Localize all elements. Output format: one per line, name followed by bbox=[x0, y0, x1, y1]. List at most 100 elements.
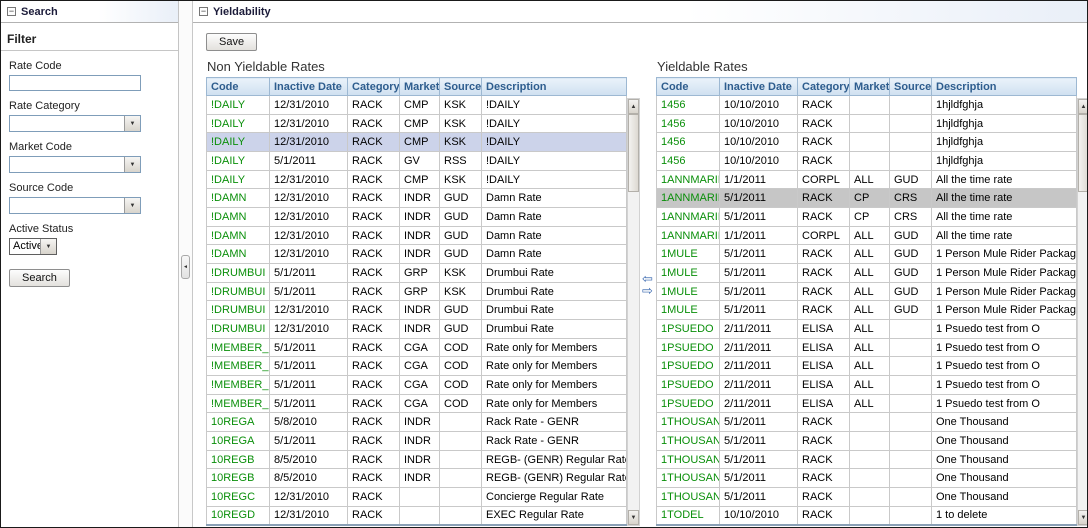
table-row[interactable]: 1ANNMARIE5/1/2011RACKCPCRSAll the time r… bbox=[657, 189, 1077, 208]
table-row[interactable]: 145610/10/2010RACK1hjldfghja bbox=[657, 96, 1077, 115]
table-row[interactable]: !DRUMBUI12/31/2010RACKINDRGUDDrumbui Rat… bbox=[207, 301, 627, 320]
table-row[interactable]: !DAILY5/1/2011RACKGVRSS!DAILY bbox=[207, 152, 627, 171]
rate-code-cell: 1PSUEDO bbox=[657, 376, 720, 395]
scroll-down-icon[interactable]: ▼ bbox=[1078, 510, 1088, 525]
rate-code-cell: !DAMN bbox=[207, 245, 270, 264]
save-button[interactable]: Save bbox=[206, 33, 257, 51]
table-cell: CGA bbox=[400, 357, 440, 376]
table-row[interactable]: !DAILY12/31/2010RACKCMPKSK!DAILY bbox=[207, 96, 627, 115]
table-row[interactable]: !DAILY12/31/2010RACKCMPKSK!DAILY bbox=[207, 170, 627, 189]
rate-code-cell: 1456 bbox=[657, 152, 720, 171]
source-code-select[interactable]: ▼ bbox=[9, 197, 141, 214]
column-header[interactable]: Source bbox=[890, 78, 932, 96]
table-row[interactable]: 145610/10/2010RACK1hjldfghja bbox=[657, 133, 1077, 152]
table-row[interactable]: 1ANNMARIE5/1/2011RACKCPCRSAll the time r… bbox=[657, 208, 1077, 227]
column-header[interactable]: Code bbox=[207, 78, 270, 96]
column-header[interactable]: Description bbox=[482, 78, 627, 96]
scroll-up-icon[interactable]: ▲ bbox=[1078, 99, 1088, 114]
table-row[interactable]: 1THOUSAND5/1/2011RACKOne Thousand bbox=[657, 413, 1077, 432]
splitter-collapse-icon[interactable]: ◄ bbox=[181, 255, 190, 279]
rate-code-input[interactable] bbox=[9, 75, 141, 91]
table-row[interactable]: !DAMN12/31/2010RACKINDRGUDDamn Rate bbox=[207, 208, 627, 227]
table-row[interactable]: !DRUMBUI12/31/2010RACKINDRGUDDrumbui Rat… bbox=[207, 320, 627, 339]
table-row[interactable]: !DAILY12/31/2010RACKCMPKSK!DAILY bbox=[207, 114, 627, 133]
table-row[interactable]: 10REGA5/8/2010RACKINDRRack Rate - GENR bbox=[207, 413, 627, 432]
table-row[interactable]: !MEMBER_RA...5/1/2011RACKCGACODRate only… bbox=[207, 394, 627, 413]
table-row[interactable]: !MEMBER_RA...5/1/2011RACKCGACODRate only… bbox=[207, 338, 627, 357]
yieldability-panel-header[interactable]: − Yieldability bbox=[193, 1, 1088, 23]
table-cell: ALL bbox=[850, 338, 890, 357]
table-cell: 5/1/2011 bbox=[720, 208, 798, 227]
table-row[interactable]: 1THOUSAND5/1/2011RACKOne Thousand bbox=[657, 450, 1077, 469]
table-row[interactable]: !DAMN12/31/2010RACKINDRGUDDamn Rate bbox=[207, 245, 627, 264]
column-header[interactable]: Inactive Date bbox=[270, 78, 348, 96]
table-cell: 12/31/2010 bbox=[270, 189, 348, 208]
non-yieldable-table: CodeInactive DateCategoryMarketSourceDes… bbox=[206, 77, 627, 526]
table-row[interactable]: 1THOUSAND5/1/2011RACKOne Thousand bbox=[657, 432, 1077, 451]
column-header[interactable]: Code bbox=[657, 78, 720, 96]
table-row[interactable]: 10REGB8/5/2010RACKINDRREGB- (GENR) Regul… bbox=[207, 469, 627, 488]
table-row[interactable]: 145610/10/2010RACK1hjldfghja bbox=[657, 114, 1077, 133]
table-row[interactable]: 1MULE5/1/2011RACKALLGUD1 Person Mule Rid… bbox=[657, 245, 1077, 264]
table-cell: RACK bbox=[798, 301, 850, 320]
table-cell: !DAILY bbox=[482, 133, 627, 152]
scrollbar-thumb[interactable] bbox=[628, 114, 639, 192]
table-row[interactable]: !MEMBER_RA...5/1/2011RACKCGACODRate only… bbox=[207, 376, 627, 395]
table-row[interactable]: 1PSUEDO2/11/2011ELISAALL1 Psuedo test fr… bbox=[657, 357, 1077, 376]
table-cell bbox=[440, 488, 482, 507]
table-row[interactable]: 1TODEL10/10/2010RACK1 to delete bbox=[657, 506, 1077, 525]
scrollbar-thumb[interactable] bbox=[1078, 114, 1088, 192]
table-row[interactable]: 1ANNMARIE1/1/2011CORPLALLGUDAll the time… bbox=[657, 170, 1077, 189]
table-row[interactable]: 1THOUSAND5/1/2011RACKOne Thousand bbox=[657, 488, 1077, 507]
table-row[interactable]: 1MULE5/1/2011RACKALLGUD1 Person Mule Rid… bbox=[657, 282, 1077, 301]
yieldable-scrollbar[interactable]: ▲ ▼ bbox=[1077, 98, 1088, 526]
column-header[interactable]: Market bbox=[400, 78, 440, 96]
table-cell: 1 Psuedo test from O bbox=[932, 376, 1077, 395]
table-row[interactable]: 145610/10/2010RACK1hjldfghja bbox=[657, 152, 1077, 171]
table-row[interactable]: 10REGD12/31/2010RACKEXEC Regular Rate bbox=[207, 506, 627, 525]
table-row[interactable]: !DRUMBUI5/1/2011RACKGRPKSKDrumbui Rate bbox=[207, 282, 627, 301]
table-row[interactable]: !DAMN12/31/2010RACKINDRGUDDamn Rate bbox=[207, 226, 627, 245]
table-cell: RACK bbox=[348, 376, 400, 395]
move-right-icon[interactable]: ⇨ bbox=[642, 284, 653, 296]
table-row[interactable]: !MEMBER_RA...5/1/2011RACKCGACODRate only… bbox=[207, 357, 627, 376]
search-panel-header[interactable]: − Search bbox=[1, 1, 178, 23]
table-row[interactable]: 10REGA5/1/2011RACKINDRRack Rate - GENR bbox=[207, 432, 627, 451]
table-row[interactable]: !DRUMBUI5/1/2011RACKGRPKSKDrumbui Rate bbox=[207, 264, 627, 283]
dropdown-arrow-icon[interactable]: ▼ bbox=[124, 157, 140, 172]
table-row[interactable]: 1PSUEDO2/11/2011ELISAALL1 Psuedo test fr… bbox=[657, 338, 1077, 357]
scrollbar-track[interactable] bbox=[1078, 114, 1088, 510]
table-row[interactable]: 1PSUEDO2/11/2011ELISAALL1 Psuedo test fr… bbox=[657, 376, 1077, 395]
table-row[interactable]: 10REGC12/31/2010RACKConcierge Regular Ra… bbox=[207, 488, 627, 507]
panel-splitter[interactable]: ◄ bbox=[179, 1, 193, 527]
collapse-panel-icon[interactable]: − bbox=[7, 7, 16, 16]
dropdown-arrow-icon[interactable]: ▼ bbox=[124, 198, 140, 213]
table-row[interactable]: 1MULE5/1/2011RACKALLGUD1 Person Mule Rid… bbox=[657, 301, 1077, 320]
column-header[interactable]: Inactive Date bbox=[720, 78, 798, 96]
table-row[interactable]: 1THOUSAND5/1/2011RACKOne Thousand bbox=[657, 469, 1077, 488]
table-row[interactable]: 1PSUEDO2/11/2011ELISAALL1 Psuedo test fr… bbox=[657, 320, 1077, 339]
active-status-select[interactable]: Active ▼ bbox=[9, 238, 57, 255]
search-button[interactable]: Search bbox=[9, 269, 70, 287]
column-header[interactable]: Source bbox=[440, 78, 482, 96]
table-row[interactable]: 1MULE5/1/2011RACKALLGUD1 Person Mule Rid… bbox=[657, 264, 1077, 283]
table-row[interactable]: 1PSUEDO2/11/2011ELISAALL1 Psuedo test fr… bbox=[657, 394, 1077, 413]
table-row[interactable]: 10REGB8/5/2010RACKINDRREGB- (GENR) Regul… bbox=[207, 450, 627, 469]
dropdown-arrow-icon[interactable]: ▼ bbox=[40, 239, 56, 254]
column-header[interactable]: Category bbox=[348, 78, 400, 96]
column-header[interactable]: Category bbox=[798, 78, 850, 96]
table-row[interactable]: 1ANNMARIE1/1/2011CORPLALLGUDAll the time… bbox=[657, 226, 1077, 245]
table-row[interactable]: !DAILY12/31/2010RACKCMPKSK!DAILY bbox=[207, 133, 627, 152]
market-code-select[interactable]: ▼ bbox=[9, 156, 141, 173]
scroll-up-icon[interactable]: ▲ bbox=[628, 99, 639, 114]
column-header[interactable]: Description bbox=[932, 78, 1077, 96]
non-yieldable-scrollbar[interactable]: ▲ ▼ bbox=[627, 98, 640, 526]
table-row[interactable]: !DAMN12/31/2010RACKINDRGUDDamn Rate bbox=[207, 189, 627, 208]
collapse-panel-icon[interactable]: − bbox=[199, 7, 208, 16]
column-header[interactable]: Market bbox=[850, 78, 890, 96]
rate-category-select[interactable]: ▼ bbox=[9, 115, 141, 132]
scrollbar-track[interactable] bbox=[628, 114, 639, 510]
table-cell bbox=[440, 506, 482, 525]
dropdown-arrow-icon[interactable]: ▼ bbox=[124, 116, 140, 131]
scroll-down-icon[interactable]: ▼ bbox=[628, 510, 639, 525]
